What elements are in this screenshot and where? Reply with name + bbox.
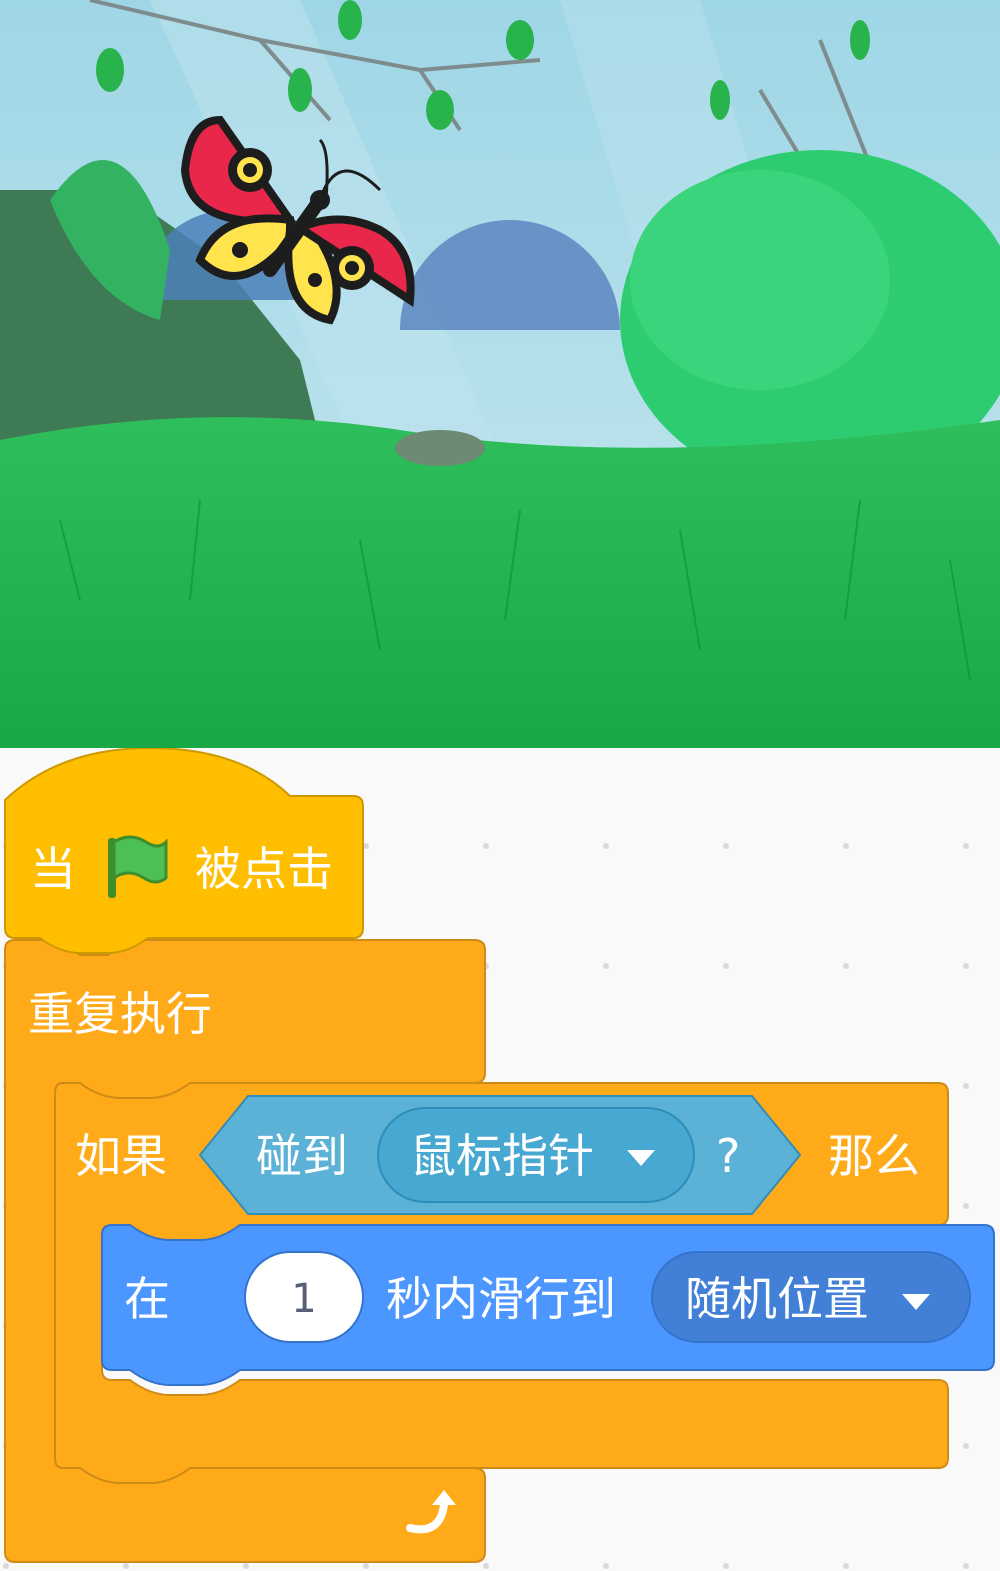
code-workspace[interactable]: 重复执行 如果 那么 碰到 鼠标指针 ? 当 被点击 在 1 秒内滑行到 随机位…	[0, 748, 1000, 1571]
if-label: 如果	[75, 1129, 167, 1183]
stage-backdrop	[0, 0, 1000, 748]
seconds-value: 1	[291, 1276, 316, 1322]
question-mark: ?	[716, 1129, 740, 1183]
then-label: 那么	[828, 1129, 920, 1183]
script-canvas: 重复执行 如果 那么 碰到 鼠标指针 ? 当 被点击 在 1 秒内滑行到 随机位…	[0, 748, 1000, 1571]
hat-text-before: 当	[30, 842, 76, 896]
touching-label: 碰到	[256, 1129, 348, 1183]
glide-label-in: 在	[124, 1272, 170, 1326]
butterfly-icon[interactable]	[180, 110, 420, 330]
glide-target-label: 随机位置	[685, 1272, 869, 1326]
hat-text-after: 被点击	[195, 842, 333, 896]
glide-label-mid: 秒内滑行到	[386, 1272, 616, 1326]
touching-target-label: 鼠标指针	[410, 1129, 594, 1183]
stage[interactable]	[0, 0, 1000, 748]
forever-label: 重复执行	[28, 987, 212, 1041]
